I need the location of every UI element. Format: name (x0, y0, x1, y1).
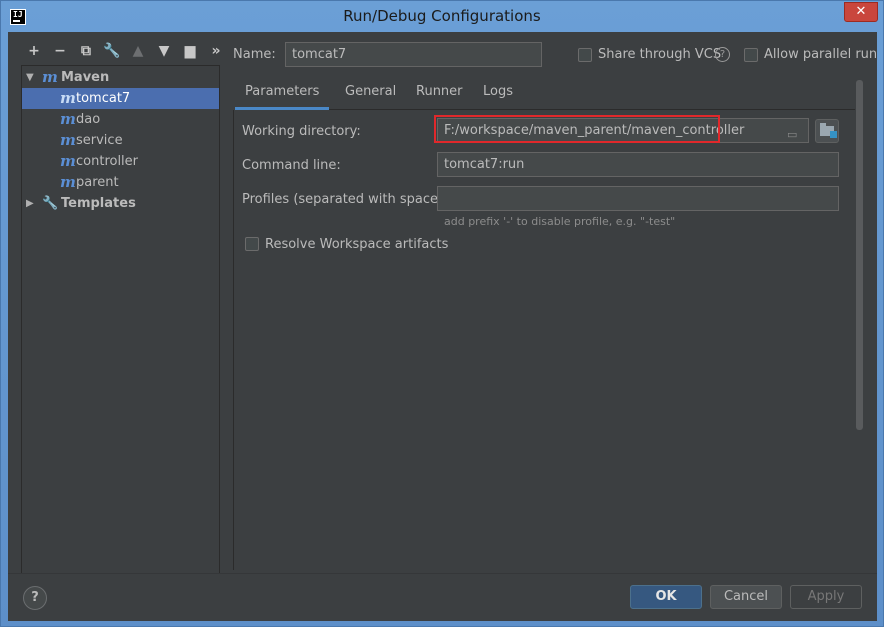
copy-icon[interactable]: ⧉ (73, 42, 99, 60)
share-vcs-checkbox[interactable] (578, 48, 592, 62)
add-icon[interactable]: + (21, 42, 47, 60)
tree-item-label: parent (76, 175, 119, 190)
tree-group-label: Maven (61, 70, 110, 85)
tree-item-tomcat7[interactable]: m tomcat7 (22, 88, 219, 109)
collapse-arrow-icon[interactable]: ▶ (26, 193, 34, 214)
help-button[interactable]: ? (23, 586, 47, 610)
tab-general[interactable]: General (335, 80, 406, 110)
close-button[interactable]: ✕ (844, 2, 878, 22)
footer-divider (8, 573, 877, 574)
profiles-input[interactable] (437, 186, 839, 211)
ok-button[interactable]: OK (630, 585, 702, 609)
tree-item-label: dao (76, 112, 101, 127)
command-line-input[interactable]: tomcat7:run (437, 152, 839, 177)
tab-runner[interactable]: Runner (406, 80, 473, 110)
tab-logs[interactable]: Logs (473, 80, 523, 110)
working-dir-label: Working directory: (242, 124, 361, 139)
wrench-icon: 🔧 (42, 196, 59, 211)
browse-module-button[interactable] (815, 119, 839, 143)
tree-item-parent[interactable]: m parent (22, 172, 219, 193)
config-toolbar: + − ⧉ 🔧 ▲ ▼ ▆ » (21, 42, 229, 60)
configurations-tree[interactable]: ▼ m Maven m tomcat7 m dao m service m co… (21, 65, 220, 574)
maven-icon: m (60, 173, 76, 191)
wrench-icon[interactable]: 🔧 (99, 42, 125, 60)
tree-item-label: tomcat7 (76, 91, 131, 106)
tree-item-label: controller (76, 154, 139, 169)
tree-group-maven[interactable]: ▼ m Maven (22, 67, 219, 88)
maven-icon: m (60, 110, 76, 128)
move-up-icon[interactable]: ▲ (125, 42, 151, 60)
highlight-box (434, 115, 720, 143)
tab-bar: Parameters General Runner Logs (235, 80, 835, 110)
expand-arrow-icon[interactable]: ▼ (26, 67, 34, 88)
share-vcs-label: Share through VCS (598, 47, 722, 62)
maven-icon: m (60, 89, 76, 107)
dialog-content: + − ⧉ 🔧 ▲ ▼ ▆ » ▼ m Maven m tomcat7 m da… (8, 32, 877, 621)
module-folder-icon (820, 123, 837, 138)
name-input[interactable]: tomcat7 (285, 42, 542, 67)
window-title: Run/Debug Configurations (343, 7, 541, 25)
tree-item-dao[interactable]: m dao (22, 109, 219, 130)
tree-item-label: service (76, 133, 123, 148)
name-label: Name: (233, 47, 276, 62)
scrollbar-thumb[interactable] (856, 80, 863, 430)
cancel-button[interactable]: Cancel (710, 585, 782, 609)
folder-icon[interactable]: ▆ (177, 42, 203, 60)
title-bar[interactable]: IJ Run/Debug Configurations ✕ (1, 1, 883, 33)
tree-item-service[interactable]: m service (22, 130, 219, 151)
tab-parameters[interactable]: Parameters (235, 80, 330, 110)
maven-icon: m (60, 152, 76, 170)
tree-group-label: Templates (61, 196, 136, 211)
help-icon[interactable]: ? (715, 47, 730, 62)
maven-icon: m (60, 131, 76, 149)
allow-parallel-checkbox[interactable] (744, 48, 758, 62)
profiles-hint: add prefix '-' to disable profile, e.g. … (444, 215, 676, 228)
resolve-workspace-label: Resolve Workspace artifacts (265, 237, 449, 252)
parameters-panel (233, 110, 856, 570)
profiles-label: Profiles (separated with space): (242, 192, 448, 207)
allow-parallel-label: Allow parallel run (764, 47, 878, 62)
remove-icon[interactable]: − (47, 42, 73, 60)
open-folder-icon[interactable]: ▭ (787, 128, 803, 141)
move-down-icon[interactable]: ▼ (151, 42, 177, 60)
more-icon[interactable]: » (203, 42, 229, 60)
tree-group-templates[interactable]: ▶ 🔧 Templates (22, 193, 219, 214)
command-line-label: Command line: (242, 158, 341, 173)
apply-button[interactable]: Apply (790, 585, 862, 609)
maven-icon: m (42, 68, 58, 86)
dialog-window: IJ Run/Debug Configurations ✕ + − ⧉ 🔧 ▲ … (0, 0, 884, 627)
tree-item-controller[interactable]: m controller (22, 151, 219, 172)
resolve-workspace-checkbox[interactable] (245, 237, 259, 251)
